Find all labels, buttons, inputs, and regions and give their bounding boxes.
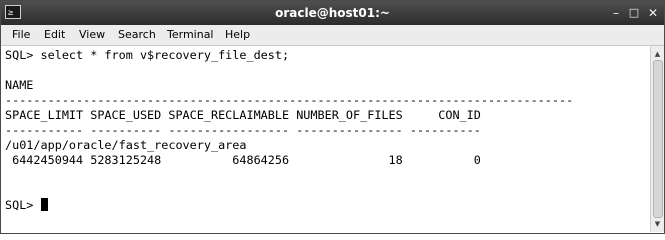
- terminal-line: ----------------------------------------…: [5, 93, 574, 107]
- sql-prompt: SQL>: [5, 198, 41, 212]
- menu-view[interactable]: View: [79, 25, 105, 45]
- terminal-line: SQL> select * from v$recovery_file_dest;: [5, 48, 290, 62]
- terminal-line: ----------- ---------- -----------------…: [5, 123, 481, 137]
- menu-search[interactable]: Search: [118, 25, 156, 45]
- scroll-down-icon[interactable]: ▼: [651, 218, 664, 230]
- terminal-output[interactable]: SQL> select * from v$recovery_file_dest;…: [2, 46, 650, 232]
- minimize-button[interactable]: –: [607, 4, 625, 22]
- text-cursor: [40, 198, 48, 211]
- prompt-line[interactable]: SQL>: [5, 198, 48, 213]
- menu-help[interactable]: Help: [225, 25, 250, 45]
- menu-bar: File Edit View Search Terminal Help: [1, 25, 664, 46]
- menu-terminal[interactable]: Terminal: [167, 25, 214, 45]
- window-title: oracle@host01:~: [275, 6, 390, 20]
- scroll-up-icon[interactable]: ▲: [651, 48, 664, 60]
- maximize-button[interactable]: □: [625, 4, 643, 22]
- scrollbar-thumb[interactable]: [653, 60, 663, 218]
- terminal-line: /u01/app/oracle/fast_recovery_area: [5, 138, 247, 152]
- terminal-line: SPACE_LIMIT SPACE_USED SPACE_RECLAIMABLE…: [5, 108, 481, 122]
- close-button[interactable]: ✕: [644, 4, 662, 22]
- vertical-scrollbar[interactable]: ▲ ▼: [650, 46, 664, 232]
- terminal-line: NAME: [5, 78, 34, 92]
- title-bar[interactable]: ≥ oracle@host01:~ – □ ✕: [1, 1, 664, 25]
- terminal-window: ≥ oracle@host01:~ – □ ✕ File Edit View S…: [0, 0, 665, 234]
- menu-edit[interactable]: Edit: [44, 25, 65, 45]
- terminal-line: 6442450944 5283125248 64864256 18 0: [5, 153, 481, 167]
- menu-file[interactable]: File: [12, 25, 30, 45]
